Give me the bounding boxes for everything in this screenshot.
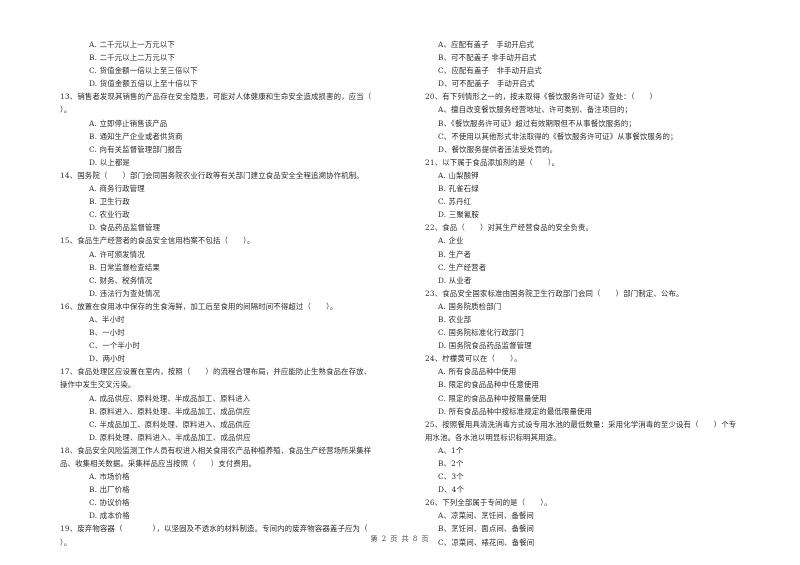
question-text: 18、食品安全风险监测工作人员有权进入相关食用农产品种植养殖、食品生产经营场所采…: [60, 445, 372, 455]
answer-option: B. 二千元以上二万元以下: [89, 53, 175, 63]
answer-option: B. 原料进入、原料处理、半成品加工、成品供应: [89, 406, 251, 416]
answer-option: A、擅自改变餐饮服务经营地址、许可类别、备注项目的；: [438, 105, 633, 115]
question-text: 13、销售者发现其销售的产品存在安全隐患，可能对人体健康和生命安全造成损害的，应…: [60, 92, 372, 102]
question-text: 用水池。各水池以明显标识标明其用途。: [425, 432, 561, 442]
answer-option: A. 许可颁发情况: [89, 249, 145, 259]
answer-option: C. 农业行政: [89, 210, 130, 220]
question-text: ）。: [60, 105, 72, 115]
answer-option: C. 协议价格: [89, 498, 130, 508]
answer-option: C. 生产经营者: [438, 262, 487, 272]
question-text: 操作中发生交叉污染。: [60, 380, 136, 390]
answer-option: A. 企业: [438, 236, 464, 246]
page-footer: 第 2 页 共 8 页: [370, 535, 430, 543]
answer-option: C. 半成品加工、原料处理、原料进入、成品供应: [89, 419, 251, 429]
answer-option: D. 原料处理、原料进入、半成品加工、成品供应: [89, 432, 251, 442]
answer-option: D. 从业者: [438, 275, 472, 285]
question-text: 15、食品生产经营者的食品安全信用档案不包括（ ）。: [60, 236, 255, 246]
question-text: 26、下列全部属于专间的是（ ）。: [425, 498, 552, 508]
answer-option: B、《餐饮服务许可证》超过有效期限但不从事餐饮服务的；: [438, 118, 636, 128]
answer-option: A. 所有食品品种中使用: [438, 367, 517, 377]
question-text: 14、国务院（ ）部门会同国务院农业行政等有关部门建立食品安全全程追溯协作机制。: [60, 170, 364, 180]
answer-option: A. 商务行政管理: [89, 184, 145, 194]
answer-option: C. 货值金额一倍以上至三倍以下: [89, 66, 198, 76]
answer-option: D、可不配盖子 手动开启式: [438, 79, 535, 89]
answer-option: A、应配有盖子 手动开启式: [438, 40, 534, 49]
answer-option: B. 限定的食品品种中任意使用: [438, 380, 540, 390]
answer-option: B. 出厂价格: [89, 485, 130, 495]
answer-option: B、可不配盖子 非手动开启式: [438, 53, 537, 63]
answer-option: B. 农业部: [438, 314, 472, 324]
answer-option: B、2个: [438, 459, 464, 468]
question-text: 21、以下属于食品添加剂的是（ ）。: [425, 157, 560, 167]
question-text: 23、食品安全国家标准由国务院卫生行政部门会同（ ）部门制定、公布。: [425, 288, 684, 298]
answer-option: B. 通知生产企业或者供货商: [89, 131, 183, 141]
answer-option: C. 国务院标准化行政部门: [438, 328, 524, 338]
answer-option: D. 违法行为查处情况: [89, 288, 161, 298]
question-text: 16、放置在食用冰中保存的生食海鲜，加工后至食用的间隔时间不得超过（ ）。: [60, 301, 338, 311]
answer-option: A、凉菜间、烹饪间、备餐间: [438, 511, 534, 521]
answer-option: D. 以上都是: [89, 157, 130, 167]
question-text: 22、食品（ ）对其生产经营食品的安全负责。: [425, 223, 594, 233]
answer-option: A、半小时: [89, 314, 125, 324]
question-text: 17、食品处理区应设置在室内，按照（ ）的流程合理布局，并应能防止生熟食品在存放…: [60, 367, 372, 377]
answer-option: B. 卫生行政: [89, 197, 130, 207]
answer-option: D. 食品药品监督管理: [89, 223, 161, 233]
left-column: A. 二千元以上一万元以下 B. 二千元以上二万元以下 C. 货值金额一倍以上至三倍…: [60, 38, 407, 549]
answer-option: C、不使用以其他形式非法取得的《餐饮服务许可证》从事餐饮服务的；: [438, 131, 678, 141]
answer-option: D. 货值金额五倍以上至十倍以下: [89, 79, 198, 89]
answer-option: D. 国务院食品药品监督管理: [438, 341, 532, 351]
answer-option: A. 国务院质检部门: [438, 301, 502, 311]
question-text: 24、柠檬黄可以在（ ）。: [425, 354, 522, 364]
answer-option: C. 财务、税务情况: [89, 275, 153, 285]
answer-option: B. 孔雀石绿: [438, 184, 479, 194]
answer-option: A. 市场价格: [89, 472, 130, 482]
answer-option: A. 立即停止销售该产品: [89, 118, 168, 128]
answer-option: C、一个半小时: [89, 341, 141, 351]
answer-option: D. 成本价格: [89, 511, 130, 521]
answer-option: C. 苏丹红: [438, 197, 472, 207]
answer-option: A、1个: [438, 445, 464, 455]
question-text: 20、有下列情形之一的，按未取得《餐饮服务许可证》查处：（ ）: [425, 92, 658, 102]
answer-option: D、餐饮服务提供者违法受处罚的。: [438, 144, 558, 154]
answer-option: A. 山梨酸钾: [438, 170, 479, 180]
answer-option: D. 三聚氰胺: [438, 210, 479, 220]
answer-option: A. 成品供应、原料处理、半成品加工、原料进入: [89, 393, 251, 403]
answer-option: C、应配有盖子 非手动开启式: [438, 66, 542, 76]
right-column: A、应配有盖子 手动开启式 B、可不配盖子 非手动开启式 C、应配有盖子 非手动开启…: [425, 38, 770, 549]
answer-option: A. 二千元以上一万元以下: [89, 40, 175, 49]
answer-option: D、两小时: [89, 354, 126, 364]
answer-option: D. 所有食品品种中按标准规定的最低限量使用: [438, 406, 593, 416]
answer-option: B. 生产者: [438, 249, 472, 259]
answer-option: D、4个: [438, 485, 465, 495]
answer-option: C、3个: [438, 472, 464, 482]
question-text: 品、收集相关数据。采集样品应当按照（ ）支付费用。: [60, 459, 257, 468]
answer-option: B、一小时: [89, 328, 125, 338]
answer-option: C. 限定的食品品种中按限量使用: [438, 393, 547, 403]
answer-option: C. 向有关监督管理部门报告: [89, 144, 183, 154]
question-text: 25、按照餐用具清洗消毒方式设专用水池的最低数量：采用化学消毒的至少设有（ ）个…: [425, 419, 737, 429]
answer-option: B. 日常监督检查结果: [89, 262, 160, 272]
